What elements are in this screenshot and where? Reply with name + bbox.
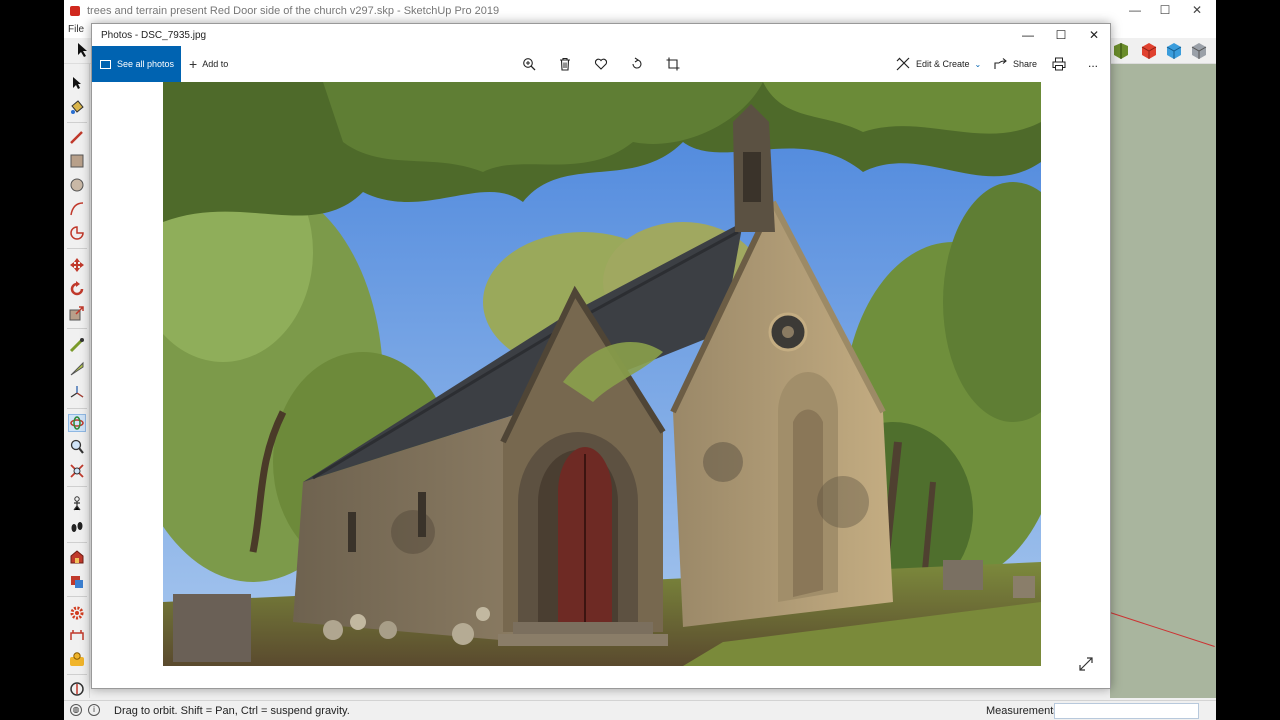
walk-tool-icon[interactable]: [68, 518, 86, 536]
rotate-tool-icon[interactable]: [68, 280, 86, 298]
circle-tool-icon[interactable]: [68, 176, 86, 194]
sketchup-window-title: trees and terrain present Red Door side …: [87, 5, 500, 17]
photo-viewer[interactable]: [92, 82, 1110, 688]
tape-measure-icon[interactable]: [68, 336, 86, 354]
zoom-icon[interactable]: [520, 55, 538, 73]
crop-icon[interactable]: [664, 55, 682, 73]
geo-location-icon[interactable]: [68, 680, 86, 698]
components-icon[interactable]: [1112, 42, 1130, 60]
add-to-button[interactable]: + Add to: [189, 46, 228, 82]
grey-cube-icon[interactable]: [1190, 42, 1208, 60]
photos-titlebar: Photos - DSC_7935.jpg — ☐ ✕: [92, 24, 1110, 46]
red-cube-icon[interactable]: [1140, 42, 1158, 60]
rectangle-tool-icon[interactable]: [68, 152, 86, 170]
print-icon[interactable]: [1050, 55, 1068, 73]
status-hint-text: Drag to orbit. Shift = Pan, Ctrl = suspe…: [114, 705, 350, 717]
select-tool-icon[interactable]: [68, 74, 86, 92]
profile-icon[interactable]: [68, 650, 86, 668]
measurements-input[interactable]: [1054, 703, 1199, 719]
zoom-tool-icon[interactable]: [68, 438, 86, 456]
sketchup-left-toolbar: [64, 64, 90, 698]
line-tool-icon[interactable]: [68, 128, 86, 146]
sketchup-viewport[interactable]: [1109, 64, 1216, 698]
orbit-tool-icon[interactable]: [68, 414, 86, 432]
photos-window: Photos - DSC_7935.jpg — ☐ ✕ See all phot…: [91, 23, 1111, 689]
position-camera-icon[interactable]: [68, 494, 86, 512]
geo-status-icon[interactable]: ◍: [70, 704, 82, 716]
share-icon: [994, 58, 1007, 69]
delete-icon[interactable]: [556, 55, 574, 73]
settings-gear-icon[interactable]: [68, 604, 86, 622]
scale-tool-icon[interactable]: [68, 304, 86, 322]
share-label: Share: [1013, 59, 1038, 69]
photos-minimize-icon[interactable]: —: [1017, 28, 1039, 42]
favorite-heart-icon[interactable]: [592, 55, 610, 73]
see-all-photos-label: See all photos: [117, 59, 175, 69]
sandbox-icon[interactable]: [68, 626, 86, 644]
blue-cube-icon[interactable]: [1165, 42, 1183, 60]
move-tool-icon[interactable]: [68, 256, 86, 274]
gallery-icon: [100, 59, 111, 69]
photos-window-title: Photos - DSC_7935.jpg: [101, 30, 207, 41]
plus-icon: +: [189, 56, 198, 72]
add-to-label: Add to: [202, 59, 229, 69]
photos-maximize-icon[interactable]: ☐: [1050, 28, 1072, 42]
church-photo: [163, 82, 1041, 666]
arc-tool-icon[interactable]: [68, 200, 86, 218]
share-button[interactable]: Share: [994, 46, 1037, 82]
menu-file[interactable]: File: [68, 24, 84, 35]
pie-tool-icon[interactable]: [68, 224, 86, 242]
fullscreen-expand-icon[interactable]: [1079, 657, 1093, 671]
edit-create-icon: [896, 57, 910, 71]
protractor-icon[interactable]: [68, 360, 86, 378]
rotate-icon[interactable]: [628, 55, 646, 73]
more-options-icon[interactable]: ...: [1084, 54, 1102, 72]
close-icon[interactable]: ✕: [1182, 3, 1212, 17]
warehouse-icon[interactable]: [68, 548, 86, 566]
axes-tool-icon[interactable]: [68, 384, 86, 402]
photos-close-icon[interactable]: ✕: [1083, 28, 1105, 42]
desktop: trees and terrain present Red Door side …: [0, 0, 1280, 720]
sketchup-titlebar: trees and terrain present Red Door side …: [64, 0, 1216, 22]
sketchup-app-icon: [70, 6, 80, 16]
edit-create-button[interactable]: Edit & Create ⌄: [896, 46, 981, 82]
select-arrow-icon[interactable]: [76, 42, 90, 58]
maximize-icon[interactable]: ☐: [1150, 3, 1180, 17]
info-icon[interactable]: i: [88, 704, 100, 716]
photos-toolbar: See all photos + Add to Edit & Create ⌄ …: [92, 46, 1110, 82]
paint-bucket-icon[interactable]: [68, 98, 86, 116]
sketchup-statusbar: ◍ i Drag to orbit. Shift = Pan, Ctrl = s…: [64, 700, 1216, 720]
chevron-down-icon: ⌄: [974, 59, 982, 69]
zoom-extents-icon[interactable]: [68, 462, 86, 480]
measurements-label: Measurements: [986, 705, 1059, 717]
see-all-photos-button[interactable]: See all photos: [92, 46, 181, 82]
extension-warehouse-icon[interactable]: [68, 572, 86, 590]
minimize-icon[interactable]: —: [1120, 3, 1150, 17]
red-axis-line: [1109, 612, 1215, 647]
church-photo-image: [163, 82, 1041, 666]
edit-create-label: Edit & Create: [916, 59, 970, 69]
